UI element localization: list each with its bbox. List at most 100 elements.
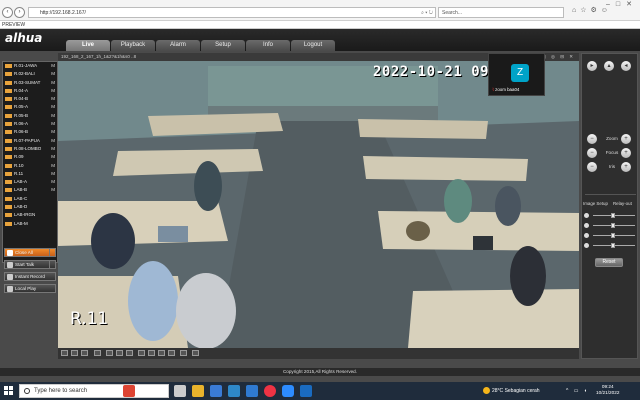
layout-icon[interactable] (158, 350, 165, 356)
slider-knob[interactable] (611, 233, 615, 238)
refresh-icon[interactable]: ⌕ ▾ ↻ (421, 8, 433, 18)
fullscreen-icon[interactable] (81, 350, 88, 356)
tab-relay-out[interactable]: Relay-out (613, 200, 632, 208)
news-widget-icon[interactable] (123, 385, 135, 397)
channel-item[interactable]: R.06-A M (3, 120, 57, 128)
reset-button[interactable]: Reset (595, 258, 623, 267)
hue-slider[interactable] (584, 242, 636, 249)
address-bar[interactable]: http://192.168.2.167/ ⌕ ▾ ↻ (28, 7, 436, 18)
chevron-down-icon[interactable] (49, 261, 55, 268)
windows-start-icon[interactable] (4, 386, 14, 396)
zoom-out-icon[interactable]: − (587, 134, 597, 144)
forward-icon[interactable]: › (14, 7, 25, 18)
iris-open-icon[interactable]: + (621, 162, 631, 172)
channel-item[interactable]: R.06-B M (3, 128, 57, 136)
channel-item[interactable]: R.05-B M (3, 112, 57, 120)
system-clock[interactable]: 09:24 10/21/2022 (596, 384, 619, 396)
camera-icon (5, 105, 12, 110)
browser-search-input[interactable]: Search... (438, 7, 564, 18)
channel-item[interactable]: LAB-M (3, 220, 57, 228)
channel-item[interactable]: R.04-B M (3, 95, 57, 103)
channel-item[interactable]: LAB-C (3, 195, 57, 203)
brightness-slider[interactable] (584, 212, 636, 219)
local-play-button[interactable]: Local Play (4, 284, 56, 293)
edge-icon[interactable] (228, 385, 240, 397)
channel-item[interactable]: R.03-SUMAT M (3, 79, 57, 87)
ptz-up-right-icon[interactable]: ◂ (621, 61, 631, 71)
channel-item[interactable]: LAB-B M (3, 186, 57, 194)
layout-icon[interactable] (168, 350, 175, 356)
layout-icon[interactable] (126, 350, 133, 356)
channel-item[interactable]: LAB-IRGN (3, 211, 57, 219)
layout-icon[interactable] (116, 350, 123, 356)
layout-icon[interactable] (106, 350, 113, 356)
browser-tab[interactable]: PREVIEW (2, 22, 25, 28)
split-1-icon[interactable] (61, 350, 68, 356)
saturation-slider[interactable] (584, 232, 636, 239)
channel-item[interactable]: R.08-LOMBO M (3, 145, 57, 153)
mail-icon[interactable] (210, 385, 222, 397)
system-tray-icons[interactable]: ^ ▭ ◖ (566, 388, 589, 394)
tab-image-setup[interactable]: Image Setup (583, 200, 608, 208)
channel-item[interactable]: R.09 M (3, 153, 57, 161)
camera-icon (5, 88, 12, 93)
video-toolbar (58, 348, 579, 359)
layout-icon[interactable] (138, 350, 145, 356)
channel-item[interactable]: R.07-PAPUA M (3, 137, 57, 145)
tab-info[interactable]: Info (246, 40, 290, 51)
file-explorer-icon[interactable] (192, 385, 204, 397)
window-icons[interactable]: ▣ ◎ ⊟ ✕ (542, 53, 575, 61)
channel-item[interactable]: LAB-D (3, 203, 57, 211)
layout-icon[interactable] (180, 350, 187, 356)
internet-explorer-icon[interactable] (300, 385, 312, 397)
focus-in-icon[interactable]: + (621, 148, 631, 158)
chrome-icon[interactable] (264, 385, 276, 397)
slider-knob[interactable] (611, 213, 615, 218)
camera-icon (5, 188, 12, 193)
slider-knob[interactable] (611, 243, 615, 248)
camera-icon (5, 97, 12, 102)
tab-live[interactable]: Live (66, 40, 110, 51)
zoom-in-icon[interactable]: + (621, 134, 631, 144)
zoom-app-icon[interactable] (282, 385, 294, 397)
zoom-participant-tile[interactable]: Z ⌇zoom baa04 (488, 53, 545, 96)
ptz-up-left-icon[interactable]: ▸ (587, 61, 597, 71)
tab-alarm[interactable]: Alarm (156, 40, 200, 51)
start-talk-button[interactable]: Start Talk (4, 260, 56, 269)
taskbar-search-input[interactable]: Type here to search (19, 384, 169, 398)
focus-out-icon[interactable]: − (587, 148, 597, 158)
phone-icon (7, 262, 13, 268)
instant-record-button[interactable]: Instant Record (4, 272, 56, 281)
layout-icon[interactable] (192, 350, 199, 356)
task-view-icon[interactable] (174, 385, 186, 397)
back-icon[interactable]: ‹ (2, 7, 13, 18)
split-4-icon[interactable] (71, 350, 78, 356)
iris-close-icon[interactable]: − (587, 162, 597, 172)
channel-item[interactable]: R.01-JAWA M (3, 62, 57, 70)
channel-item[interactable]: LAB-A M (3, 178, 57, 186)
channel-item[interactable]: R.02-BALI M (3, 70, 57, 78)
channel-item[interactable]: R.04-A M (3, 87, 57, 95)
camera-icon (5, 130, 12, 135)
osd-channel-label: R.11 (70, 309, 109, 329)
close-all-button[interactable]: Close All (4, 248, 56, 257)
word-icon[interactable] (246, 385, 258, 397)
hue-icon (584, 243, 589, 248)
classroom-image (58, 61, 579, 348)
channel-item[interactable]: R.10 M (3, 162, 57, 170)
tab-playback[interactable]: Playback (111, 40, 155, 51)
tab-setup[interactable]: Setup (201, 40, 245, 51)
weather-widget[interactable]: 28°C Sebagian cerah (483, 387, 540, 394)
slider-knob[interactable] (611, 223, 615, 228)
chevron-down-icon[interactable] (49, 249, 55, 256)
tab-logout[interactable]: Logout (291, 40, 335, 51)
layout-icon[interactable] (148, 350, 155, 356)
channel-item[interactable]: R.05-A M (3, 103, 57, 111)
window-controls[interactable]: –□✕ (606, 0, 638, 8)
zoom-avatar: Z (511, 64, 529, 82)
layout-icon[interactable] (94, 350, 101, 356)
camera-feed[interactable]: 2022-10-21 09:23:29 R.11 (58, 61, 579, 348)
contrast-slider[interactable] (584, 222, 636, 229)
channel-item[interactable]: R.11 M (3, 170, 57, 178)
ptz-up-icon[interactable]: ▴ (604, 61, 614, 71)
